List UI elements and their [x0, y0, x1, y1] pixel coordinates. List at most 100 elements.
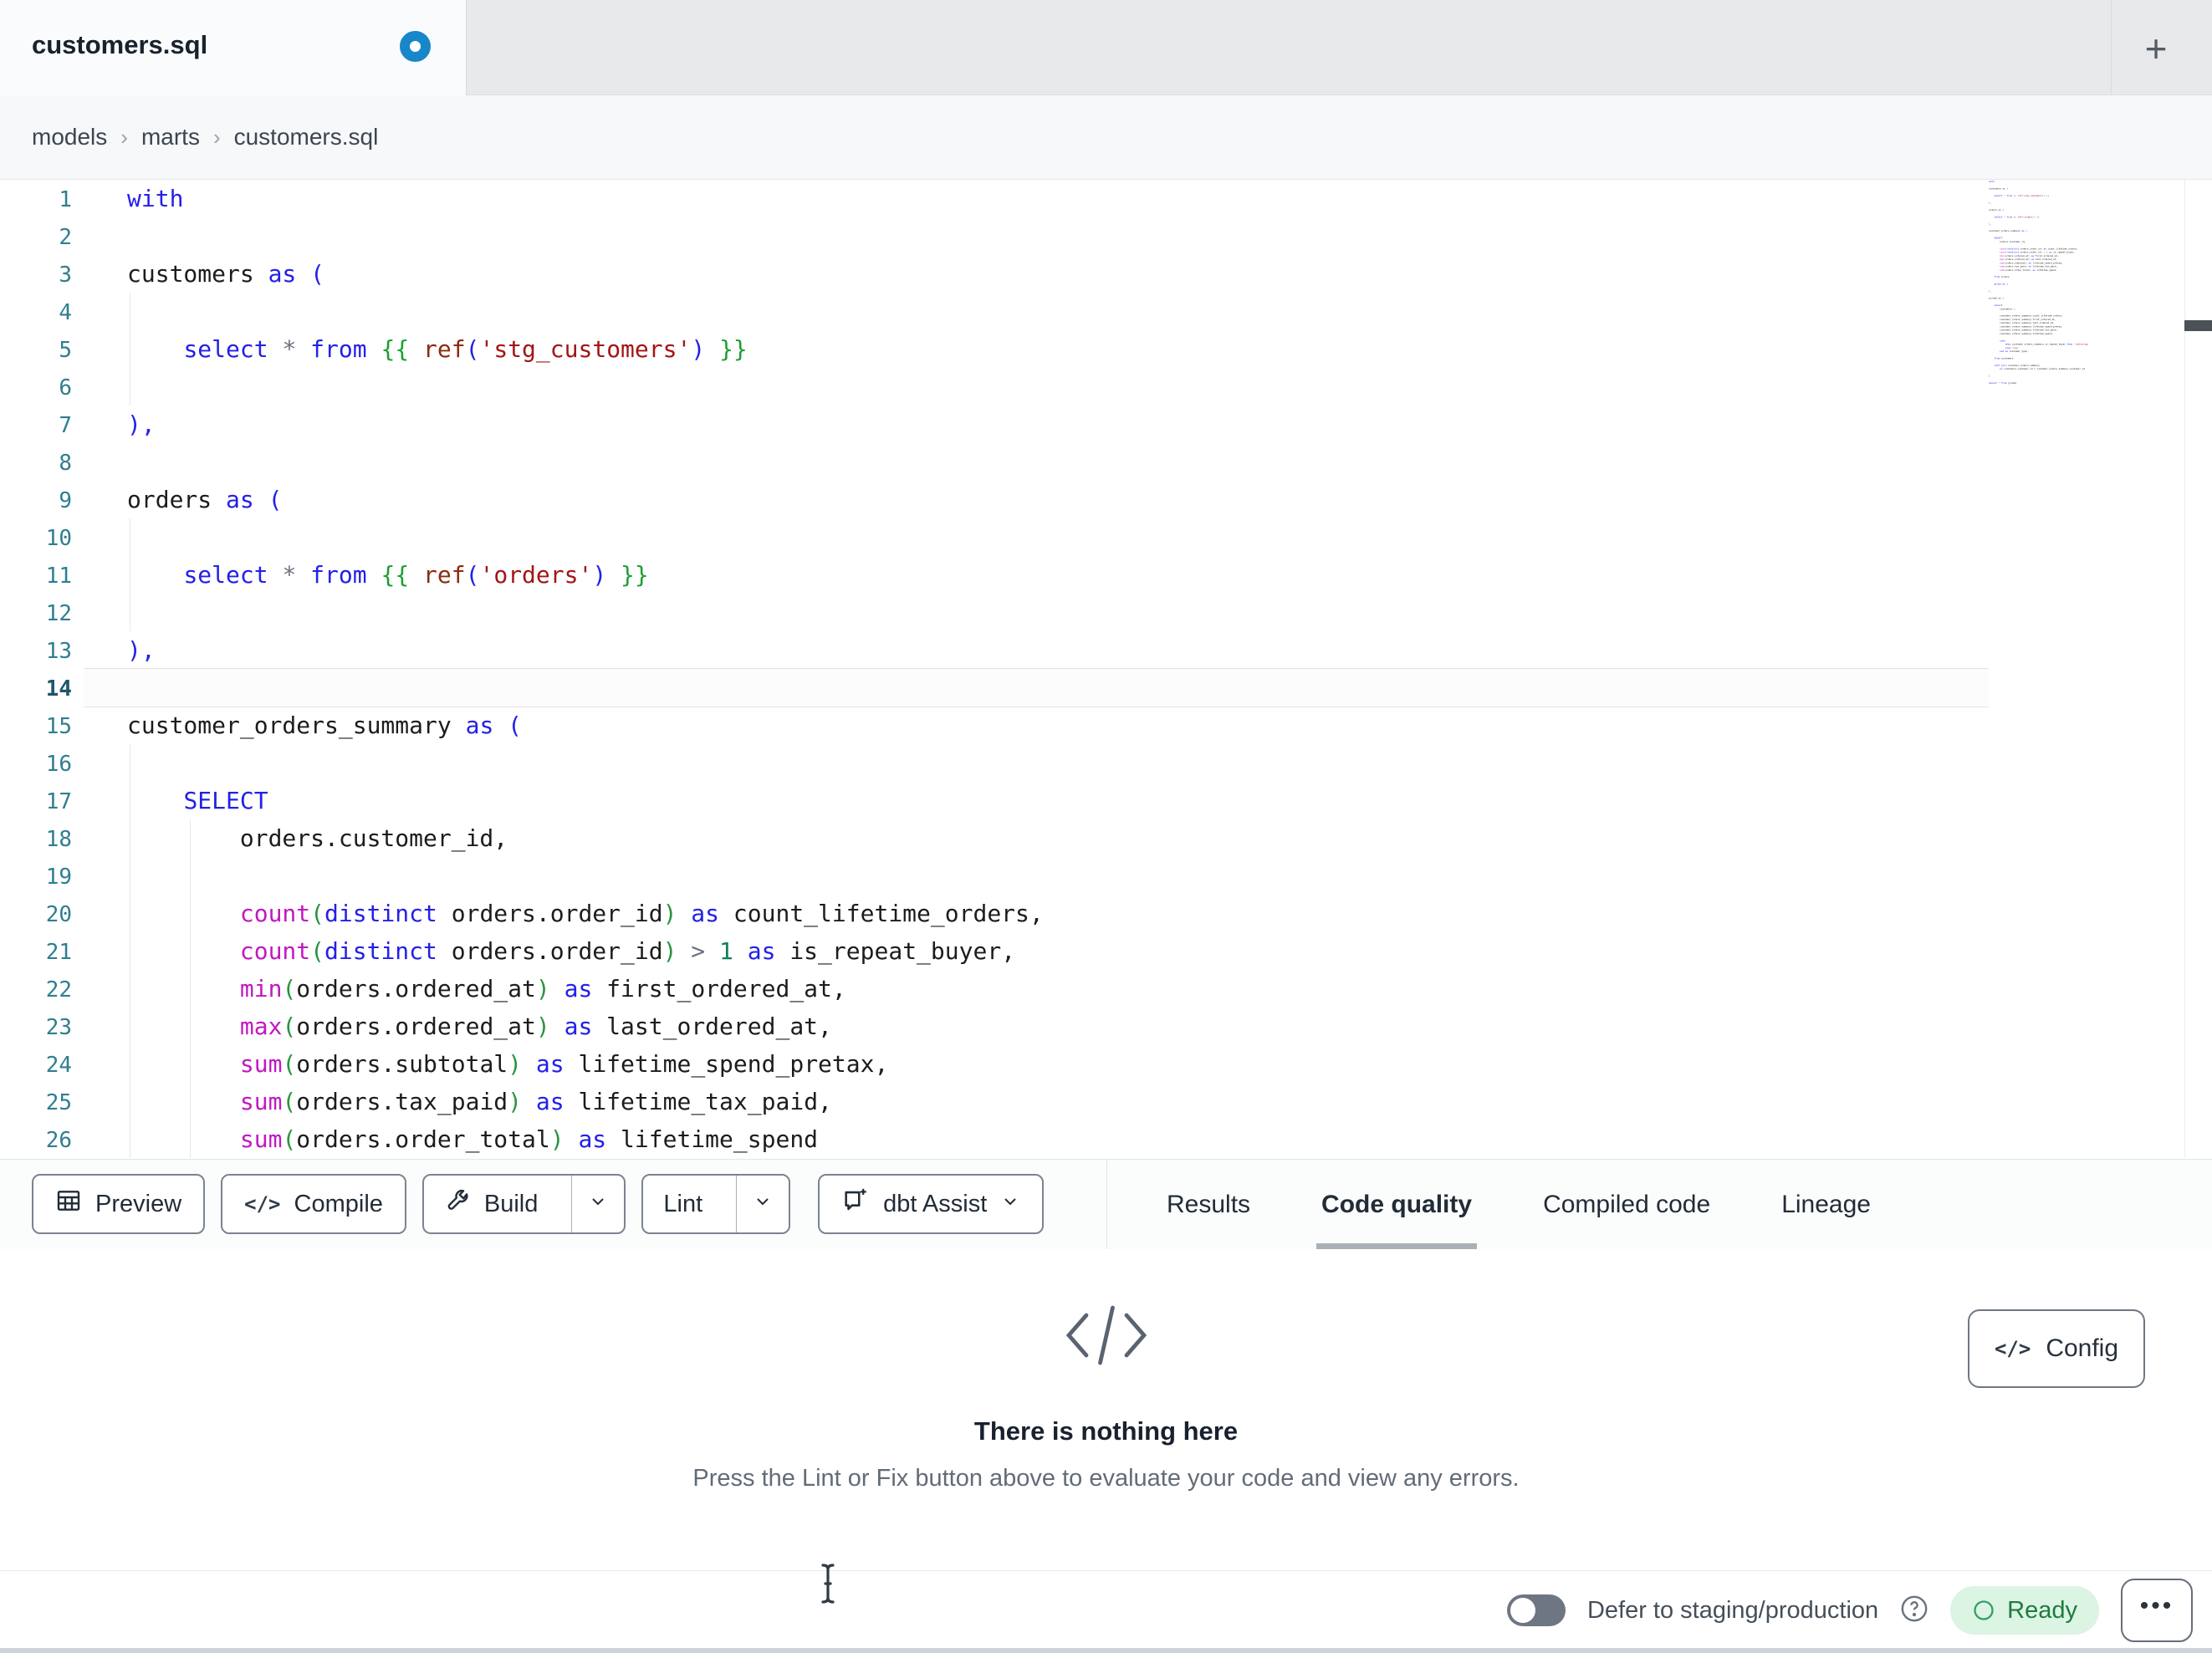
lint-dropdown-button[interactable] — [736, 1176, 789, 1232]
code-icon: </> — [244, 1192, 281, 1216]
code-line[interactable]: 21 count(distinct orders.order_id) > 1 a… — [0, 932, 1989, 970]
text-cursor-pointer — [813, 1562, 843, 1610]
code-line[interactable]: 4 — [0, 293, 1989, 330]
line-number: 26 — [45, 1128, 72, 1153]
code-line[interactable]: 6 — [0, 368, 1989, 406]
line-number: 22 — [45, 977, 72, 1003]
tab-bar: customers.sql + — [0, 0, 2212, 95]
line-number: 21 — [45, 940, 72, 965]
unsaved-changes-dot-icon — [400, 31, 431, 62]
line-number: 12 — [45, 601, 72, 626]
code-lines[interactable]: 1 with 2 3 customers as ( 4 5 select * from {{… — [0, 180, 1989, 1158]
minimap-content: with customers as ( select * from {{ ref(… — [1989, 180, 2089, 385]
help-icon[interactable] — [1900, 1594, 1928, 1627]
defer-label: Defer to staging/production — [1586, 1596, 1879, 1624]
line-number: 3 — [59, 263, 72, 288]
code-line[interactable]: 11 select * from {{ ref('orders') }} — [0, 556, 1989, 594]
tabbar-separator — [2111, 0, 2112, 94]
line-number: 16 — [45, 752, 72, 777]
tab-compiled-code[interactable]: Compiled code — [1543, 1160, 1710, 1249]
build-button[interactable]: Build — [424, 1176, 559, 1232]
table-icon — [55, 1187, 82, 1221]
code-icon: </> — [1994, 1337, 2031, 1360]
line-number: 5 — [59, 338, 72, 363]
code-line[interactable]: 7), — [0, 406, 1989, 443]
assist-sparkle-icon — [841, 1186, 870, 1222]
line-number: 18 — [45, 827, 72, 852]
code-line[interactable]: 3 customers as ( — [0, 255, 1989, 293]
line-number: 2 — [59, 225, 72, 250]
config-label: Config — [2046, 1334, 2119, 1362]
code-line[interactable]: 23 max(orders.ordered_at) as last_ordere… — [0, 1008, 1989, 1045]
dbt-assist-button[interactable]: dbt Assist — [818, 1174, 1045, 1234]
minimap[interactable]: with customers as ( select * from {{ ref(… — [1989, 180, 2184, 397]
code-line[interactable]: 13), — [0, 631, 1989, 669]
line-number: 13 — [45, 639, 72, 664]
tab-lineage[interactable]: Lineage — [1781, 1160, 1871, 1249]
breadcrumb-file[interactable]: customers.sql — [234, 124, 379, 151]
lint-split-button: Lint — [641, 1174, 791, 1234]
line-number: 8 — [59, 451, 72, 476]
breadcrumb-marts[interactable]: marts — [141, 124, 200, 151]
line-number: 4 — [59, 300, 72, 325]
code-line[interactable]: 25 sum(orders.tax_paid) as lifetime_tax_… — [0, 1083, 1989, 1120]
line-number: 23 — [45, 1015, 72, 1040]
config-button[interactable]: </> Config — [1968, 1309, 2145, 1388]
more-options-button[interactable]: ••• — [2121, 1579, 2193, 1642]
code-line[interactable]: 2 — [0, 217, 1989, 255]
tab-results[interactable]: Results — [1167, 1160, 1250, 1249]
tab-title: customers.sql — [32, 30, 208, 59]
line-number: 15 — [45, 714, 72, 739]
status-bar: Defer to staging/production Ready ••• — [0, 1570, 2212, 1650]
tab-code-quality[interactable]: Code quality — [1316, 1160, 1478, 1249]
panel-tabs: Results Code quality Compiled code Linea… — [1167, 1160, 1871, 1249]
compile-button[interactable]: </> Compile — [221, 1174, 406, 1234]
code-line[interactable]: 10 — [0, 518, 1989, 556]
line-number: 6 — [59, 375, 72, 400]
scrollbar-thumb[interactable] — [2184, 320, 2212, 331]
breadcrumb-models[interactable]: models — [32, 124, 107, 151]
breadcrumb-separator: › — [212, 124, 221, 150]
defer-toggle[interactable] — [1506, 1594, 1566, 1626]
code-line[interactable]: 17 SELECT — [0, 782, 1989, 819]
empty-state-subtitle: Press the Lint or Fix button above to ev… — [692, 1465, 1520, 1492]
code-line[interactable]: 18 orders.customer_id, — [0, 819, 1989, 857]
breadcrumb: models › marts › customers.sql — [32, 95, 378, 179]
code-empty-icon — [0, 1298, 2212, 1373]
code-line[interactable]: 22 min(orders.ordered_at) as first_order… — [0, 970, 1989, 1008]
code-line[interactable]: 20 count(distinct orders.order_id) as co… — [0, 895, 1989, 932]
code-line[interactable]: 9 orders as ( — [0, 481, 1989, 518]
code-line[interactable]: 19 — [0, 857, 1989, 895]
line-number: 25 — [45, 1090, 72, 1115]
code-editor[interactable]: 1 with 2 3 customers as ( 4 5 select * from {{… — [0, 180, 2212, 1158]
code-line[interactable]: 24 sum(orders.subtotal) as lifetime_spen… — [0, 1045, 1989, 1083]
line-number: 20 — [45, 902, 72, 927]
code-line[interactable]: 14 — [0, 669, 1989, 707]
build-split-button: Build — [421, 1174, 626, 1234]
code-line[interactable]: 16 — [0, 744, 1989, 782]
results-panel: There is nothing here Press the Lint or … — [0, 1249, 2212, 1569]
code-line[interactable]: 5 select * from {{ ref('stg_customers') … — [0, 330, 1989, 368]
ready-status-pill[interactable]: Ready — [1950, 1586, 2099, 1635]
chevron-down-icon — [1000, 1191, 1020, 1218]
code-line[interactable]: 26 sum(orders.order_total) as lifetime_s… — [0, 1120, 1989, 1158]
toggle-knob — [1510, 1598, 1535, 1623]
breadcrumb-bar: models › marts › customers.sql Save — [0, 95, 2212, 263]
line-number: 17 — [45, 789, 72, 814]
build-dropdown-button[interactable] — [571, 1176, 624, 1232]
chevron-down-icon — [753, 1191, 773, 1218]
build-label: Build — [483, 1190, 539, 1217]
code-line[interactable]: 1 with — [0, 180, 1989, 217]
lint-button[interactable]: Lint — [643, 1176, 723, 1232]
line-number: 24 — [45, 1053, 72, 1078]
editor-toolbar: Preview </> Compile Build Lint dbt Assis… — [0, 1159, 2212, 1250]
code-line[interactable]: 12 — [0, 594, 1989, 631]
empty-state-title: There is nothing here — [973, 1416, 1239, 1446]
new-tab-button[interactable]: + — [2133, 25, 2179, 72]
code-line[interactable]: 8 — [0, 443, 1989, 481]
ready-circle-icon — [1974, 1600, 1994, 1620]
code-line[interactable]: 15 customer_orders_summary as ( — [0, 707, 1989, 744]
preview-button[interactable]: Preview — [32, 1174, 206, 1234]
tab-customers-sql[interactable]: customers.sql — [0, 0, 467, 95]
lint-label: Lint — [663, 1190, 703, 1217]
